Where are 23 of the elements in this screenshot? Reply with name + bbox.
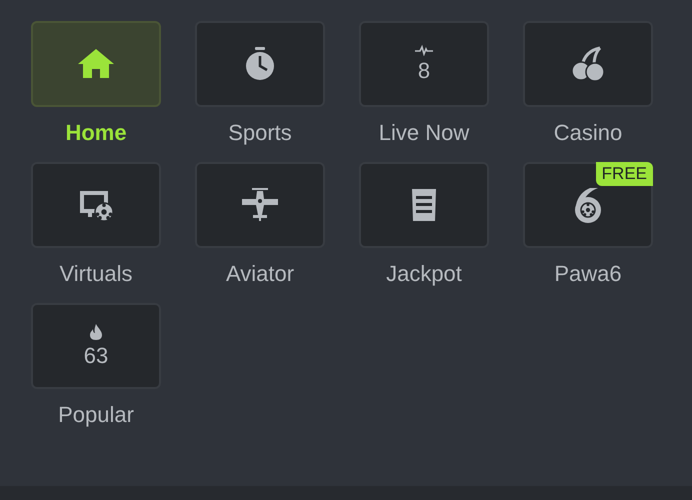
menu-tile[interactable]: 8 [359, 21, 489, 107]
menu-tile[interactable] [523, 21, 653, 107]
menu-label: Sports [228, 119, 292, 147]
menu-label: Jackpot [386, 260, 462, 288]
menu-tile[interactable]: 63 [31, 303, 161, 389]
free-badge: FREE [596, 162, 653, 186]
menu-label: Popular [58, 401, 134, 429]
menu-tile[interactable] [31, 21, 161, 107]
menu-tile[interactable]: FREE [523, 162, 653, 248]
count-label: 8 [418, 58, 430, 84]
menu-label: Casino [554, 119, 622, 147]
count-label: 63 [84, 343, 108, 369]
menu-label: Live Now [378, 119, 470, 147]
menu-label: Home [65, 119, 127, 147]
pulse-icon [414, 44, 434, 56]
menu-label: Virtuals [60, 260, 132, 288]
flame-icon [89, 323, 103, 341]
menu-tile[interactable] [195, 162, 325, 248]
menu-tile[interactable] [195, 21, 325, 107]
menu-tile[interactable] [359, 162, 489, 248]
menu-tile[interactable] [31, 162, 161, 248]
menu-label: Aviator [226, 260, 294, 288]
menu-label: Pawa6 [554, 260, 622, 288]
